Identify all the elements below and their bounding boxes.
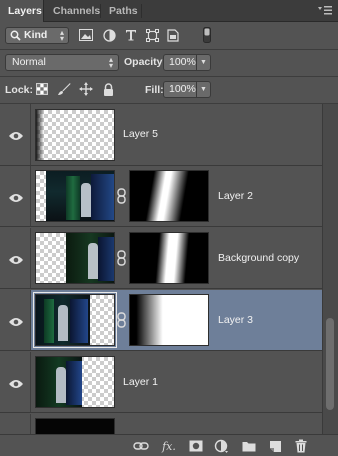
panel-menu-icon[interactable] [318,5,332,17]
new-group-icon[interactable] [240,438,258,454]
eye-icon[interactable] [9,379,23,389]
opacity-label: Opacity: [124,56,167,68]
layers-list: Layer 5 Layer 2 Background copy Layer 3 … [0,104,322,434]
eye-icon[interactable] [9,193,23,203]
layer-thumbnail [35,170,115,222]
chain-link-icon[interactable] [117,250,126,266]
shape-filter-icon[interactable] [143,26,161,44]
fill-label: Fill: [145,84,164,96]
chain-link-icon[interactable] [117,188,126,204]
delete-layer-icon[interactable] [292,438,310,454]
blend-mode-value: Normal [12,56,46,68]
visibility-column [0,414,31,434]
layer-name[interactable]: Background copy [218,252,299,264]
layer-row-selected[interactable]: Layer 3 [0,290,322,351]
filter-kind-label: Kind [24,29,48,41]
layer-row[interactable] [0,414,322,434]
layer-thumbnail [33,292,117,348]
tab-channels[interactable]: Channels [45,0,108,22]
layer-name[interactable]: Layer 3 [218,314,253,326]
lock-all-icon[interactable] [100,81,116,97]
layer-mask-thumbnail [129,232,209,284]
image-filter-icon[interactable] [77,26,95,44]
eye-icon[interactable] [9,317,23,327]
lock-image-pixels-icon[interactable] [56,81,72,97]
tab-layers[interactable]: Layers [0,0,44,22]
divider [0,76,338,77]
smart-object-filter-icon[interactable] [164,26,182,44]
layer-name[interactable]: Layer 2 [218,190,253,202]
opacity-field[interactable]: 100% ▼ [163,54,211,71]
layer-mask-thumbnail [129,170,209,222]
layer-row[interactable]: Layer 2 [0,166,322,227]
opacity-value: 100% [169,56,196,68]
layer-name[interactable]: Layer 1 [123,376,158,388]
add-mask-icon[interactable] [187,438,205,454]
opacity-dropdown-arrow-icon[interactable]: ▼ [196,55,210,70]
new-layer-icon[interactable] [266,438,284,454]
select-arrows-icon: ▴ ▾ [59,28,64,43]
filter-toggle-icon[interactable] [198,26,216,44]
layer-row[interactable]: Layer 5 [0,104,322,166]
select-arrows-icon: ▴ ▾ [108,55,113,70]
lock-label: Lock: [5,84,34,96]
fill-value: 100% [169,83,196,95]
layer-thumbnail [35,418,115,434]
layer-row[interactable]: Layer 1 [0,352,322,413]
lock-transparent-pixels-icon[interactable] [34,81,50,97]
panel-tab-bar: Layers Channels Paths [0,0,338,22]
fill-field[interactable]: 100% ▼ [163,81,211,98]
tab-paths[interactable]: Paths [101,0,146,22]
chain-link-icon[interactable] [117,312,126,328]
type-filter-icon[interactable] [122,26,140,44]
adjustment-filter-icon[interactable] [100,26,118,44]
layer-mask-thumbnail [129,294,209,346]
layer-thumbnail [35,109,115,161]
layers-bottom-toolbar: fx. [0,434,338,456]
layer-thumbnail [35,356,115,408]
divider [0,49,338,50]
fill-dropdown-arrow-icon[interactable]: ▼ [196,82,210,97]
tab-separator [141,4,142,18]
layer-name[interactable]: Layer 5 [123,128,158,140]
layer-row[interactable]: Background copy [0,228,322,289]
search-icon [10,30,21,41]
layer-thumbnail [35,232,115,284]
blend-mode-select[interactable]: Normal ▴ ▾ [5,54,119,71]
layer-style-fx-icon[interactable]: fx. [158,438,180,454]
eye-icon[interactable] [9,255,23,265]
link-layers-icon[interactable] [132,438,150,454]
eye-icon[interactable] [9,131,23,141]
adjustment-layer-icon[interactable] [212,438,230,454]
lock-position-icon[interactable] [78,81,94,97]
layers-scrollbar-thumb[interactable] [326,318,334,410]
filter-kind-select[interactable]: Kind ▴ ▾ [5,27,69,44]
